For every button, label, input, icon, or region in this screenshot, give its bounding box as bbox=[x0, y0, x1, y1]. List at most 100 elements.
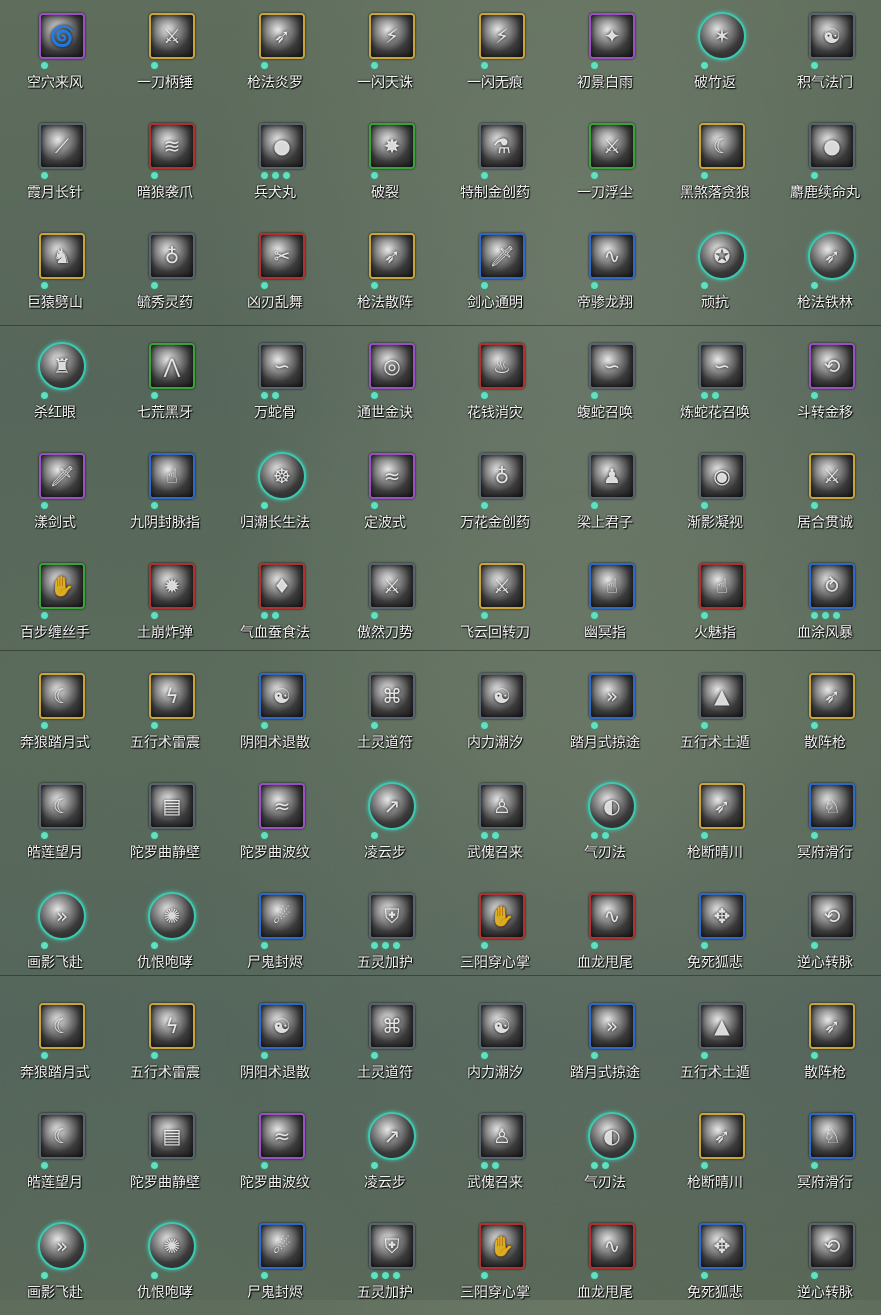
blade-wave-icon[interactable]: ◐ bbox=[588, 1112, 636, 1160]
horse-icon[interactable]: ♘ bbox=[809, 783, 855, 829]
palm-icon[interactable]: ✋ bbox=[479, 1223, 525, 1269]
thunder-icon[interactable]: ϟ bbox=[149, 673, 195, 719]
wave-icon[interactable]: ≈ bbox=[369, 453, 415, 499]
skill-slot[interactable]: ϟ 五行术雷震 bbox=[110, 660, 220, 765]
blades-icon[interactable]: ✂ bbox=[259, 233, 305, 279]
skill-slot[interactable]: ☾ 奔狼踏月式 bbox=[0, 990, 110, 1095]
swirl-icon[interactable]: ⟲ bbox=[809, 343, 855, 389]
skill-slot[interactable]: ♞ 巨猿劈山 bbox=[0, 220, 110, 325]
skill-slot[interactable]: ➶ 枪断晴川 bbox=[660, 770, 770, 875]
bomb-icon[interactable]: ✹ bbox=[149, 563, 195, 609]
skill-slot[interactable]: ⛨ 五灵加护 bbox=[330, 1210, 440, 1315]
snake-icon[interactable]: ∽ bbox=[699, 343, 745, 389]
money-bag-icon[interactable]: ♨ bbox=[479, 343, 525, 389]
skill-slot[interactable]: ⌘ 土灵道符 bbox=[330, 990, 440, 1095]
puppet-icon[interactable]: ♙ bbox=[479, 783, 525, 829]
spear-icon[interactable]: ➶ bbox=[809, 673, 855, 719]
thief-icon[interactable]: ♟ bbox=[589, 453, 635, 499]
skill-slot[interactable]: ☾ 皓莲望月 bbox=[0, 770, 110, 875]
fox-icon[interactable]: ✥ bbox=[699, 893, 745, 939]
skill-slot[interactable]: ✪ 顽抗 bbox=[660, 220, 770, 325]
skill-slot[interactable]: ≈ 定波式 bbox=[330, 440, 440, 545]
fang-icon[interactable]: ⋀ bbox=[149, 343, 195, 389]
blade-strike-icon[interactable]: ⚔ bbox=[479, 563, 525, 609]
skill-slot[interactable]: ➶ 枪法散阵 bbox=[330, 220, 440, 325]
skill-slot[interactable]: ⟋ 霞月长针 bbox=[0, 110, 110, 215]
skill-slot[interactable]: » 画影飞赴 bbox=[0, 880, 110, 985]
skill-slot[interactable]: ♜ 杀红眼 bbox=[0, 330, 110, 435]
roar-icon[interactable]: ✺ bbox=[148, 892, 196, 940]
blade-wave-icon[interactable]: ◐ bbox=[588, 782, 636, 830]
skill-slot[interactable]: 🌀 空穴来风 bbox=[0, 0, 110, 105]
skill-slot[interactable]: ☯ 阴阳术退散 bbox=[220, 990, 330, 1095]
fox-icon[interactable]: ✥ bbox=[699, 1223, 745, 1269]
skill-slot[interactable]: ✶ 破竹返 bbox=[660, 0, 770, 105]
wave-icon[interactable]: ≈ bbox=[259, 783, 305, 829]
pill-icon[interactable]: ● bbox=[259, 123, 305, 169]
puppet-icon[interactable]: ♙ bbox=[479, 1113, 525, 1159]
skill-slot[interactable]: ✺ 仇恨咆哮 bbox=[110, 880, 220, 985]
skill-slot[interactable]: ↗ 凌云步 bbox=[330, 1100, 440, 1205]
earth-icon[interactable]: ▲ bbox=[699, 1003, 745, 1049]
skill-slot[interactable]: ◐ 气刃法 bbox=[550, 1100, 660, 1205]
skill-slot[interactable]: ♟ 梁上君子 bbox=[550, 440, 660, 545]
skill-slot[interactable]: ≈ 陀罗曲波纹 bbox=[220, 1100, 330, 1205]
spear-icon[interactable]: ➶ bbox=[259, 13, 305, 59]
storm-icon[interactable]: ⥁ bbox=[809, 563, 855, 609]
dash-icon[interactable]: » bbox=[589, 673, 635, 719]
skill-slot[interactable]: ☯ 阴阳术退散 bbox=[220, 660, 330, 765]
skill-slot[interactable]: ♁ 万花金创药 bbox=[440, 440, 550, 545]
skill-slot[interactable]: ➶ 枪断晴川 bbox=[660, 1100, 770, 1205]
ape-icon[interactable]: ♞ bbox=[39, 233, 85, 279]
blood-icon[interactable]: ♦ bbox=[259, 563, 305, 609]
skill-slot[interactable]: ✸ 破裂 bbox=[330, 110, 440, 215]
wolf-icon[interactable]: ☾ bbox=[39, 1003, 85, 1049]
skill-slot[interactable]: ∽ 蝮蛇召唤 bbox=[550, 330, 660, 435]
qi-icon[interactable]: ☯ bbox=[479, 673, 525, 719]
skill-slot[interactable]: ⚔ 一刀柄锤 bbox=[110, 0, 220, 105]
yin-yang-icon[interactable]: ☯ bbox=[259, 1003, 305, 1049]
skill-slot[interactable]: ∽ 炼蛇花召唤 bbox=[660, 330, 770, 435]
skill-slot[interactable]: ☾ 皓莲望月 bbox=[0, 1100, 110, 1205]
skill-slot[interactable]: ♁ 毓秀灵药 bbox=[110, 220, 220, 325]
skill-slot[interactable]: ⌘ 土灵道符 bbox=[330, 660, 440, 765]
skill-slot[interactable]: ☾ 黑煞落贪狼 bbox=[660, 110, 770, 215]
medicine-icon[interactable]: ⚗ bbox=[479, 123, 525, 169]
blade-strike-icon[interactable]: ⚔ bbox=[809, 453, 855, 499]
bamboo-icon[interactable]: ✶ bbox=[698, 12, 746, 60]
flash-strike-icon[interactable]: ⚡ bbox=[369, 13, 415, 59]
skill-slot[interactable]: » 踏月式掠途 bbox=[550, 660, 660, 765]
qi-icon[interactable]: ☯ bbox=[809, 13, 855, 59]
skill-slot[interactable]: ✋ 三阳穿心掌 bbox=[440, 880, 550, 985]
dragon-icon[interactable]: ∿ bbox=[589, 233, 635, 279]
skill-slot[interactable]: ≈ 陀罗曲波纹 bbox=[220, 770, 330, 875]
spear-icon[interactable]: ➶ bbox=[699, 783, 745, 829]
skill-slot[interactable]: ⟲ 斗转金移 bbox=[770, 330, 880, 435]
blade-strike-icon[interactable]: ⚔ bbox=[149, 13, 195, 59]
skill-slot[interactable]: ✦ 初景白雨 bbox=[550, 0, 660, 105]
spear-icon[interactable]: ➶ bbox=[809, 1003, 855, 1049]
skill-slot[interactable]: ⚔ 一刀浮尘 bbox=[550, 110, 660, 215]
claw-icon[interactable]: ≋ bbox=[149, 123, 195, 169]
skill-slot[interactable]: ⚔ 傲然刀势 bbox=[330, 550, 440, 655]
finger-icon[interactable]: ☝ bbox=[589, 563, 635, 609]
skill-slot[interactable]: ⚔ 居合贯诚 bbox=[770, 440, 880, 545]
wave-icon[interactable]: ≈ bbox=[259, 1113, 305, 1159]
swirl-icon[interactable]: ⟲ bbox=[809, 1223, 855, 1269]
dragon-icon[interactable]: ∿ bbox=[589, 1223, 635, 1269]
skill-slot[interactable]: ✂ 凶刃乱舞 bbox=[220, 220, 330, 325]
wolf-icon[interactable]: ☾ bbox=[699, 123, 745, 169]
skill-slot[interactable]: ⟲ 逆心转脉 bbox=[770, 880, 880, 985]
skill-slot[interactable]: ♙ 武傀召来 bbox=[440, 1100, 550, 1205]
thunder-icon[interactable]: ϟ bbox=[149, 1003, 195, 1049]
ghost-icon[interactable]: ☄ bbox=[259, 893, 305, 939]
spear-icon[interactable]: ➶ bbox=[808, 232, 856, 280]
shield-icon[interactable]: ⛨ bbox=[369, 1223, 415, 1269]
skill-slot[interactable]: ⋀ 七荒黑牙 bbox=[110, 330, 220, 435]
skill-slot[interactable]: ➶ 散阵枪 bbox=[770, 990, 880, 1095]
light-beam-icon[interactable]: ✦ bbox=[589, 13, 635, 59]
skill-slot[interactable]: ♨ 花钱消灾 bbox=[440, 330, 550, 435]
skill-slot[interactable]: ⛨ 五灵加护 bbox=[330, 880, 440, 985]
skill-slot[interactable]: ♦ 气血蚕食法 bbox=[220, 550, 330, 655]
talisman-icon[interactable]: ⌘ bbox=[369, 673, 415, 719]
